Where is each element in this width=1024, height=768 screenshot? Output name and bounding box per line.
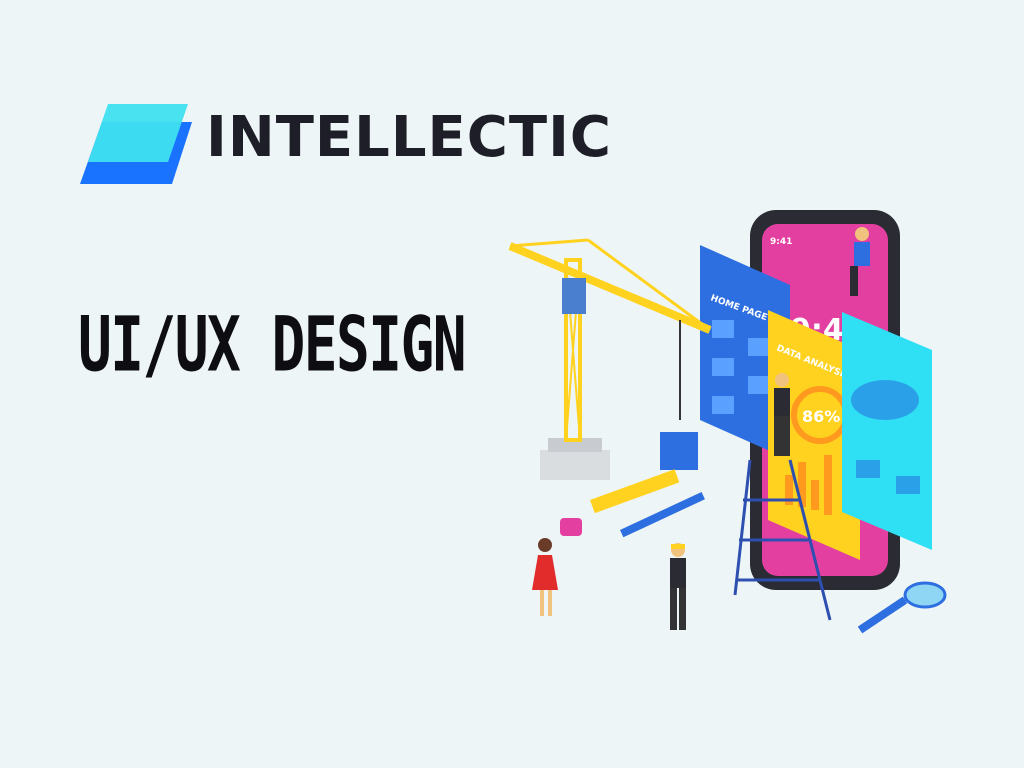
magnifier-icon bbox=[857, 581, 947, 634]
chat-bubble-icon bbox=[560, 518, 582, 536]
woman-with-phone-icon bbox=[532, 538, 558, 616]
logo-mark-icon bbox=[80, 104, 192, 184]
brand-logo: INTELLECTIC bbox=[80, 96, 640, 192]
brand-name: INTELLECTIC bbox=[206, 105, 613, 170]
crane-cabin-icon bbox=[562, 278, 586, 314]
phone-time: 9:41 bbox=[770, 237, 792, 247]
man-with-helmet-icon bbox=[670, 543, 686, 630]
home-icon bbox=[712, 320, 734, 338]
construction-illustration: 9:41 9:4 HOME PAGE DATA ANALYSIS 86% bbox=[508, 210, 947, 634]
pin-icon bbox=[712, 358, 734, 376]
grid-icon bbox=[748, 376, 770, 394]
crane-icon bbox=[508, 238, 712, 480]
percent-label: 86% bbox=[802, 407, 840, 426]
cargo-box-icon bbox=[660, 432, 698, 470]
mail-icon bbox=[712, 396, 734, 414]
map-panel bbox=[842, 312, 932, 550]
page-title: UI/UX DESIGN bbox=[78, 300, 467, 389]
car-icon bbox=[748, 338, 770, 356]
